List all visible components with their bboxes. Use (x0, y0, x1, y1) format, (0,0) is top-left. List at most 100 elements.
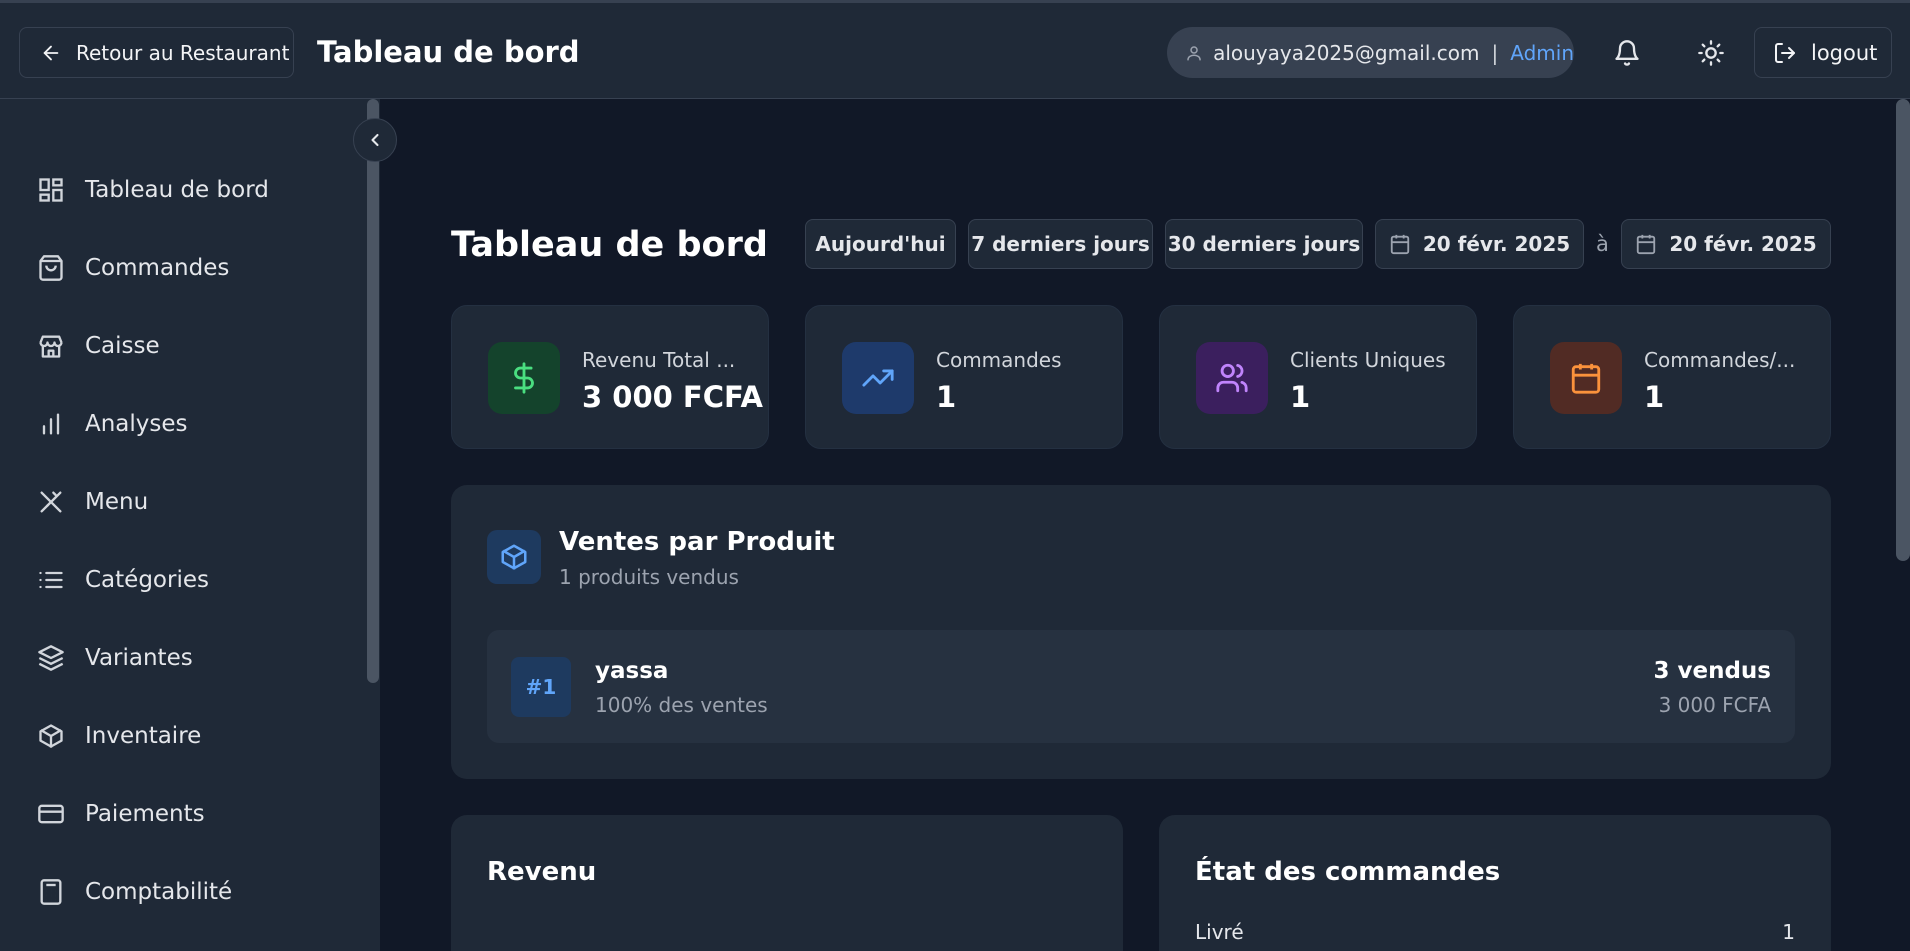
logout-label: logout (1811, 40, 1878, 65)
stat-value: 1 (1644, 380, 1665, 414)
header-title: Tableau de bord (317, 35, 580, 69)
filter-today-button[interactable]: Aujourd'hui (805, 219, 956, 269)
user-email: alouyaya2025@gmail.com (1213, 40, 1480, 65)
user-info-pill[interactable]: alouyaya2025@gmail.com | Admin (1167, 27, 1574, 78)
theme-toggle-button[interactable] (1689, 31, 1733, 75)
stat-icon-wrap (488, 342, 560, 414)
sales-by-product-card: Ventes par Produit 1 produits vendus #1 … (451, 485, 1831, 779)
product-amount: 3 000 FCFA (1658, 693, 1771, 717)
arrow-left-icon (43, 45, 59, 60)
stat-value: 1 (936, 380, 957, 414)
stat-value: 3 000 FCFA (582, 380, 763, 414)
stat-card-unique-clients: Clients Uniques 1 (1159, 305, 1477, 449)
credit-card-icon (38, 804, 64, 824)
sidebar-item-inventory[interactable]: Inventaire (37, 716, 201, 756)
sales-subtitle: 1 produits vendus (559, 565, 739, 589)
sidebar-item-label: Catégories (85, 567, 209, 593)
calculator-icon (40, 879, 62, 905)
order-status-title: État des commandes (1195, 857, 1501, 887)
sidebar-item-label: Menu (85, 489, 149, 515)
calendar-icon (1390, 234, 1409, 255)
sidebar-item-orders[interactable]: Commandes (37, 248, 229, 288)
dollar-icon (514, 362, 534, 394)
logout-button[interactable]: logout (1754, 27, 1892, 78)
sidebar-item-label: Caisse (85, 333, 160, 359)
calendar-icon (1571, 363, 1601, 394)
sidebar-item-accounting[interactable]: Comptabilité (37, 872, 232, 912)
date-range-separator: à (1596, 232, 1609, 256)
dashboard-icon (39, 178, 63, 202)
layers-icon (38, 645, 64, 671)
stat-card-orders: Commandes 1 (805, 305, 1123, 449)
sidebar-item-label: Comptabilité (85, 879, 233, 905)
sidebar-item-label: Tableau de bord (85, 177, 269, 203)
logout-icon (1775, 42, 1795, 63)
product-sold: 3 vendus (1653, 658, 1771, 684)
trending-up-icon (862, 369, 894, 387)
stat-label: Commandes/... (1644, 348, 1796, 372)
sidebar-item-label: Variantes (85, 645, 193, 671)
chevron-left-icon (371, 133, 379, 147)
filter-7-days-label: 7 derniers jours (971, 232, 1150, 256)
revenue-card: Revenu (451, 815, 1123, 951)
back-button-label: Retour au Restaurant (76, 40, 290, 65)
date-to-label: 20 févr. 2025 (1669, 232, 1817, 256)
user-separator: | (1491, 40, 1499, 65)
order-status-card: État des commandes Livré 1 (1159, 815, 1831, 951)
filter-today-label: Aujourd'hui (815, 232, 946, 256)
sidebar-item-menu[interactable]: Menu (37, 482, 148, 522)
calendar-icon (1637, 234, 1656, 255)
stat-icon-wrap (1196, 342, 1268, 414)
sidebar-item-label: Commandes (85, 255, 230, 281)
filter-7-days-button[interactable]: 7 derniers jours (968, 219, 1153, 269)
sidebar-item-dashboard[interactable]: Tableau de bord (37, 170, 269, 210)
package-icon (501, 544, 527, 570)
revenue-title: Revenu (487, 857, 597, 887)
sidebar-item-label: Paiements (85, 801, 205, 827)
page-title: Tableau de bord (451, 225, 768, 265)
sidebar-item-label: Inventaire (85, 723, 202, 749)
sidebar-item-cash[interactable]: Caisse (37, 326, 160, 366)
top-bar: Retour au Restaurant Tableau de bord alo… (0, 0, 1910, 99)
sidebar-item-variants[interactable]: Variantes (37, 638, 193, 678)
stat-icon-wrap (842, 342, 914, 414)
date-from-label: 20 févr. 2025 (1422, 232, 1571, 256)
sales-icon-wrap (487, 530, 541, 584)
stat-card-orders-per: Commandes/... 1 (1513, 305, 1831, 449)
stat-icon-wrap (1550, 342, 1622, 414)
stat-label: Revenu Total ... (582, 348, 736, 372)
user-role: Admin (1510, 40, 1574, 65)
product-share: 100% des ventes (595, 693, 768, 717)
filter-30-days-label: 30 derniers jours (1167, 232, 1361, 256)
status-count: 1 (1782, 920, 1795, 944)
date-from-picker[interactable]: 20 févr. 2025 (1375, 219, 1584, 269)
status-label: Livré (1195, 920, 1244, 944)
stat-label: Clients Uniques (1290, 348, 1446, 372)
sidebar-item-categories[interactable]: Catégories (37, 560, 209, 600)
filter-30-days-button[interactable]: 30 derniers jours (1165, 219, 1363, 269)
users-icon (1216, 363, 1248, 393)
user-icon (1187, 45, 1201, 61)
utensils-icon (40, 491, 62, 513)
product-name: yassa (595, 658, 669, 684)
sidebar-item-payments[interactable]: Paiements (37, 794, 205, 834)
sales-title: Ventes par Produit (559, 527, 835, 557)
list-icon (39, 571, 63, 589)
main-scrollbar[interactable] (1896, 99, 1910, 561)
back-to-restaurant-button[interactable]: Retour au Restaurant (19, 27, 294, 78)
rank-badge: #1 (511, 657, 571, 717)
notifications-button[interactable] (1605, 31, 1649, 75)
sidebar-scrollbar[interactable] (367, 99, 379, 683)
shopping-bag-icon (39, 255, 63, 281)
sidebar-item-analytics[interactable]: Analyses (37, 404, 188, 444)
sun-icon (1698, 40, 1724, 66)
bar-chart-icon (42, 413, 60, 435)
sidebar-collapse-button[interactable] (353, 118, 397, 162)
date-to-picker[interactable]: 20 févr. 2025 (1621, 219, 1831, 269)
store-icon (39, 335, 63, 358)
bell-icon (1615, 40, 1639, 66)
stat-label: Commandes (936, 348, 1062, 372)
package-icon (39, 724, 63, 748)
stat-value: 1 (1290, 380, 1311, 414)
product-row[interactable]: #1 yassa 100% des ventes 3 vendus 3 000 … (487, 630, 1795, 743)
